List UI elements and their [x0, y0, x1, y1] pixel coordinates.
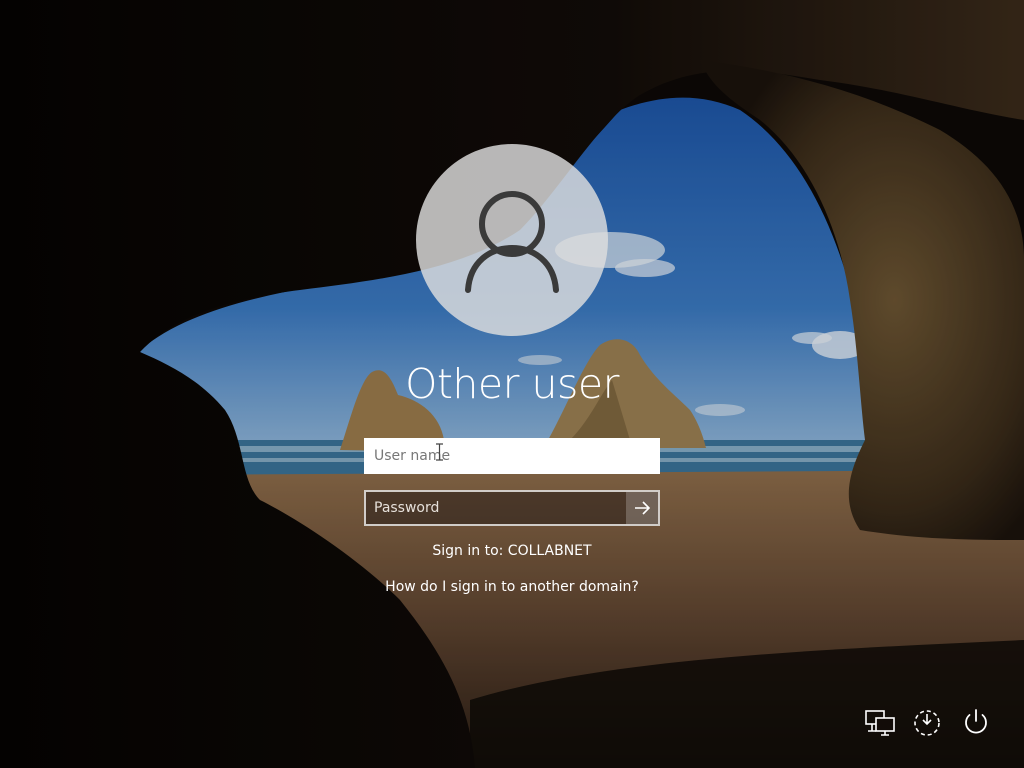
password-input[interactable]: [366, 492, 628, 524]
text-cursor-icon: [436, 443, 443, 461]
network-icon: [865, 710, 895, 736]
power-button[interactable]: [958, 704, 994, 740]
power-icon: [965, 709, 987, 734]
user-title: Other user: [405, 360, 619, 408]
sign-in-domain-label: Sign in to: COLLABNET: [432, 543, 592, 559]
user-avatar: [416, 144, 608, 336]
submit-button[interactable]: [626, 492, 658, 524]
password-field: [364, 490, 660, 526]
username-input[interactable]: [364, 438, 660, 474]
another-domain-link[interactable]: How do I sign in to another domain?: [312, 579, 712, 595]
arrow-right-icon: [635, 501, 651, 515]
user-silhouette-icon: [465, 191, 559, 293]
network-button[interactable]: [862, 704, 898, 740]
ease-of-access-button[interactable]: [909, 704, 945, 740]
ease-of-access-icon: [914, 710, 940, 736]
